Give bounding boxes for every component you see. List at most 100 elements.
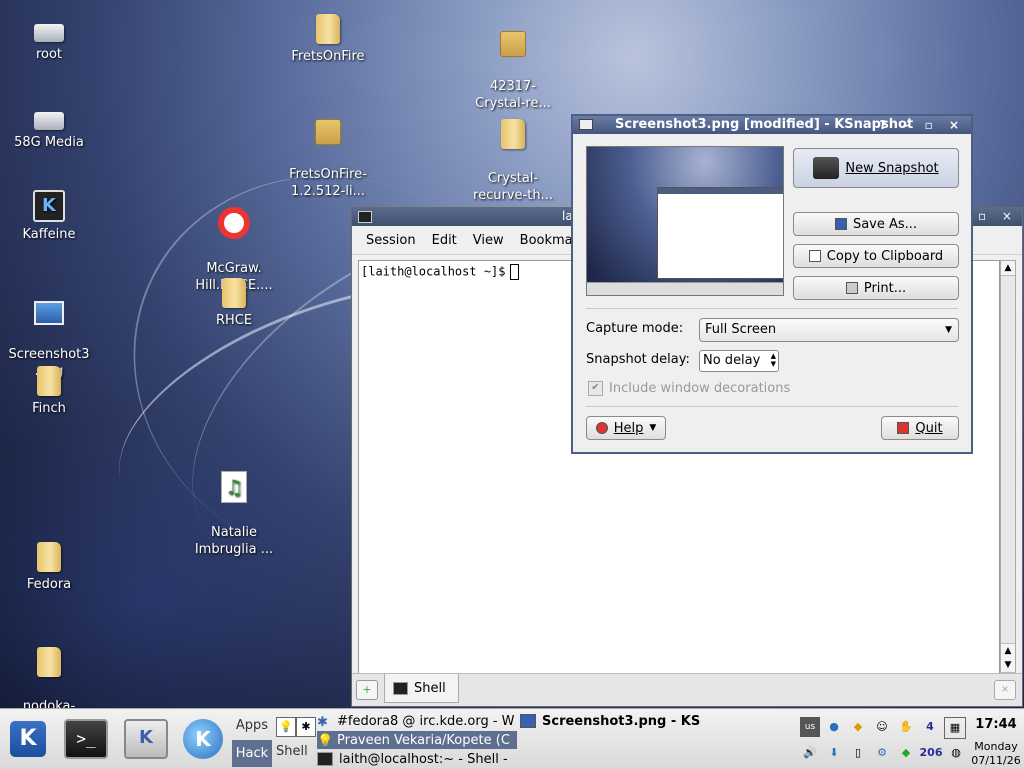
desktop-icon-label: nodoka- kwin-the... [22, 699, 76, 708]
preview-taskbar-thumbnail [587, 282, 783, 295]
divider [586, 308, 958, 309]
new-tab-button[interactable]: + [356, 680, 378, 700]
image-file-icon [34, 301, 64, 325]
download-icon[interactable]: ⬇ [824, 743, 844, 763]
help-label: Help [613, 420, 644, 436]
desktop-icon-label: 58G Media [14, 135, 84, 150]
snapshot-delay-spinbox[interactable]: No delay ▲ ▼ [699, 350, 779, 372]
folder-icon [37, 366, 61, 396]
workspace-badge[interactable]: 4 [920, 717, 940, 737]
terminal-launcher-icon[interactable]: >_ [64, 719, 108, 759]
ksnapshot-titlebar[interactable]: Screenshot3.png [modified] - KSnapshot ?… [573, 116, 971, 134]
help-button[interactable]: Help ▼ [586, 416, 666, 440]
quit-button[interactable]: Quit [881, 416, 959, 440]
globe-icon[interactable]: ◍ [946, 743, 966, 763]
message-count-badge[interactable]: 206 [918, 743, 944, 763]
update-icon[interactable]: ◆ [896, 743, 916, 763]
desktop-icon-fretsonfire-archive[interactable]: FretsOnFire- 1.2.512-li... [283, 102, 373, 200]
menu-session[interactable]: Session [358, 233, 424, 248]
konqueror-launcher-icon[interactable]: K [183, 719, 223, 759]
archive-icon [500, 31, 526, 57]
lightbulb-icon[interactable]: 💡 [276, 717, 296, 737]
new-snapshot-label: New Snapshot [845, 160, 939, 176]
desktop-icon-root[interactable]: root [4, 14, 94, 63]
keyboard-layout-indicator[interactable]: us [800, 717, 820, 737]
mouse-icon[interactable]: ✋ [896, 717, 916, 737]
task-shell[interactable]: laith@localhost:~ - Shell - [317, 750, 517, 768]
desktop-icon-label: Crystal- recurve-th... [473, 171, 553, 203]
snapshot-preview[interactable] [586, 146, 784, 296]
preview-window-thumbnail [657, 187, 783, 279]
lifebuoy-icon [218, 207, 250, 239]
kopete-icon[interactable]: ✱ [296, 717, 316, 737]
clock-time: 17:44 [975, 717, 1017, 732]
network-icon[interactable]: ● [824, 717, 844, 737]
desktop-icon-fretsonfire[interactable]: FretsOnFire [283, 14, 373, 65]
desktop-switcher-apps[interactable]: Apps [232, 712, 272, 739]
menu-edit[interactable]: Edit [424, 233, 465, 248]
scroll-up-arrow-icon[interactable]: ▲ [1001, 643, 1015, 659]
task-kopete-chat[interactable]: 💡 Praveen Vekaria/Kopete (C [317, 731, 517, 749]
window-controls[interactable]: ? – ▫ × [879, 116, 965, 134]
desktop-switcher-hack[interactable]: Hack [232, 740, 272, 767]
robot-icon[interactable]: ☺ [872, 717, 892, 737]
clock[interactable]: 17:44 Monday 07/11/26 [968, 709, 1024, 769]
desktop-icon-rhce[interactable]: RHCE [189, 278, 279, 329]
kaffeine-icon: K [33, 190, 65, 222]
system-settings-launcher-icon[interactable]: K [124, 719, 168, 759]
desktop-icon-crystal-recurve[interactable]: Crystal- recurve-th... [468, 102, 558, 204]
tab-shell[interactable]: Shell [384, 674, 459, 703]
task-label: laith@localhost:~ - Shell - [339, 751, 508, 767]
quit-label: Quit [915, 420, 943, 436]
desktop-icon-finch[interactable]: Finch [4, 366, 94, 417]
task-ksnapshot[interactable]: Screenshot3.png - KS [520, 712, 710, 730]
text-cursor [509, 264, 519, 280]
notes-icon[interactable]: ◆ [848, 717, 868, 737]
menu-view[interactable]: View [465, 233, 512, 248]
capture-mode-select[interactable]: Full Screen ▼ [699, 318, 959, 342]
volume-icon[interactable]: 🔊 [800, 743, 820, 763]
checkbox-checked-icon: ✔ [588, 381, 603, 396]
scroll-up-arrow-icon[interactable]: ▲ [1001, 261, 1015, 276]
desktop-icon-label: FretsOnFire- 1.2.512-li... [289, 167, 367, 199]
desktop-icon-label: FretsOnFire [291, 49, 365, 64]
copy-icon [808, 250, 821, 262]
new-snapshot-button[interactable]: New Snapshot [793, 148, 959, 188]
task-irc[interactable]: ✱ #fedora8 @ irc.kde.org - W [317, 712, 517, 731]
audio-file-icon: ♫ [221, 471, 247, 503]
k-menu-button[interactable]: K [10, 721, 46, 757]
folder-icon [37, 647, 61, 677]
taskbar: K >_ K K Apps Hack 💡 ✱ Shell ✱ #fedora8 … [0, 708, 1024, 769]
save-as-button[interactable]: Save As... [793, 212, 959, 236]
terminal-scrollbar[interactable]: ▲ ▲ ▼ [1000, 260, 1016, 674]
close-tab-button[interactable]: × [994, 680, 1016, 700]
help-icon [595, 422, 608, 434]
clipboard-icon[interactable]: ▯ [848, 743, 868, 763]
copy-to-clipboard-button[interactable]: Copy to Clipboard [793, 244, 959, 268]
desktop-icon-label: Fedora [26, 577, 72, 592]
terminal-icon [358, 211, 372, 223]
task-label: Praveen Vekaria/Kopete (C [337, 732, 510, 748]
desktop-icon-58g-media[interactable]: 58G Media [4, 102, 94, 151]
chevron-down-icon: ▼ [649, 423, 657, 433]
chevron-down-icon: ▼ [945, 325, 952, 335]
desktop-icon-label: root [35, 47, 63, 62]
snapshot-delay-label: Snapshot delay: [586, 352, 690, 367]
folder-icon [222, 278, 246, 308]
desktop-icon-fedora[interactable]: Fedora [4, 542, 94, 593]
desktop-icon-42317-crystal[interactable]: 42317- Crystal-re... [468, 14, 558, 112]
print-button[interactable]: Print... [793, 276, 959, 300]
scroll-down-arrow-icon[interactable]: ▼ [1001, 658, 1015, 673]
quit-icon [897, 422, 910, 434]
spin-arrows-icon[interactable]: ▲ ▼ [771, 352, 776, 368]
include-decorations-checkbox[interactable]: ✔ Include window decorations [588, 381, 790, 396]
clock-day: Monday [974, 740, 1018, 753]
desktop-icon-natalie-imbruglia[interactable]: ♫ Natalie Imbruglia ... [189, 454, 279, 558]
folder-icon [37, 542, 61, 572]
calendar-icon[interactable]: ▦ [944, 717, 966, 739]
network-manager-icon[interactable]: ⚙ [872, 743, 892, 763]
window-controls[interactable]: ▫ × [978, 209, 1018, 223]
desktop-icon-nodoka[interactable]: nodoka- kwin-the... [4, 630, 94, 708]
desktop-icon-screenshot3[interactable]: Screenshot3 .png [4, 278, 94, 380]
desktop-icon-kaffeine[interactable]: K Kaffeine [4, 190, 94, 243]
